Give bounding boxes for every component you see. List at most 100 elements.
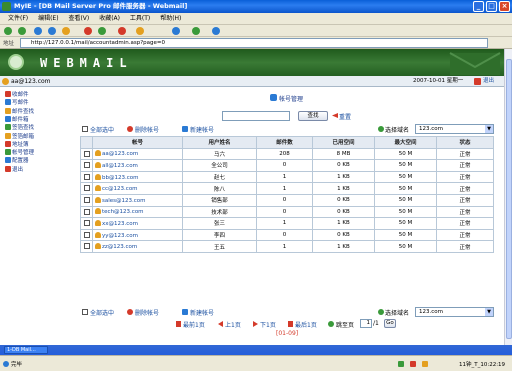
- next-page-icon[interactable]: [253, 321, 258, 327]
- sidebar-item-label: 签箔查找: [12, 125, 35, 132]
- select-all-checkbox-bottom[interactable]: [82, 309, 88, 315]
- search-button[interactable]: 查找: [298, 111, 328, 121]
- sidebar-item[interactable]: 帐号管理: [5, 149, 34, 157]
- row-checkbox[interactable]: [83, 231, 90, 238]
- select-all-label[interactable]: 全部选中: [90, 125, 114, 134]
- browser-icon: [2, 2, 11, 11]
- page-number-input[interactable]: 1: [360, 319, 372, 328]
- user-icon: [95, 219, 101, 226]
- select-all-checkbox[interactable]: [82, 126, 88, 132]
- account-link[interactable]: all@123.com: [102, 163, 138, 169]
- folder-icon: [5, 132, 11, 139]
- new-account-link-bottom[interactable]: 新建帐号: [190, 308, 214, 317]
- refresh-icon[interactable]: [48, 27, 56, 35]
- account-cell: bb@123.com: [92, 170, 183, 184]
- delete-icon-bottom[interactable]: [127, 309, 133, 315]
- config-icon: [5, 157, 11, 164]
- row-checkbox-cell: [80, 240, 93, 253]
- row-checkbox[interactable]: [83, 185, 90, 192]
- select-all-label-bottom[interactable]: 全部选中: [90, 308, 114, 317]
- row-checkbox[interactable]: [83, 197, 90, 204]
- last-page-icon[interactable]: [288, 321, 293, 327]
- delete-account-link-bottom[interactable]: 删除帐号: [135, 308, 159, 317]
- menu-view[interactable]: 查看(V): [68, 15, 89, 22]
- new-account-link[interactable]: 新建帐号: [190, 125, 214, 134]
- account-link[interactable]: cc@123.com: [102, 186, 138, 192]
- account-link[interactable]: xx@123.com: [102, 221, 138, 227]
- chevron-down-icon: ▼: [485, 125, 493, 133]
- maximize-button[interactable]: □: [486, 1, 497, 12]
- close-button[interactable]: ×: [499, 1, 510, 12]
- menu-file[interactable]: 文件(F): [8, 15, 28, 22]
- first-page-icon[interactable]: [176, 321, 181, 327]
- tools-icon[interactable]: [192, 27, 200, 35]
- url-input[interactable]: http://127.0.0.1/mail/accountadmin.asp?p…: [20, 38, 488, 48]
- last-page-link[interactable]: 最后1页: [295, 320, 317, 329]
- account-cell: zz@123.com: [92, 240, 183, 253]
- sidebar-item[interactable]: 写邮件: [5, 99, 29, 107]
- home-icon[interactable]: [62, 27, 70, 35]
- prev-page-link[interactable]: 上1页: [225, 320, 241, 329]
- window-icon[interactable]: [212, 27, 220, 35]
- prev-page-icon[interactable]: [218, 321, 223, 327]
- sidebar-item[interactable]: 配置器: [5, 157, 29, 165]
- security-icon: [410, 361, 416, 367]
- row-checkbox[interactable]: [83, 162, 90, 169]
- menu-tools[interactable]: 工具(T): [130, 15, 150, 22]
- next-page-link[interactable]: 下1页: [260, 320, 276, 329]
- domain-select-bottom[interactable]: 123.com ▼: [415, 307, 494, 317]
- account-link[interactable]: zz@123.com: [102, 244, 137, 250]
- minimize-button[interactable]: _: [473, 1, 484, 12]
- menu-help[interactable]: 帮助(H): [160, 15, 181, 22]
- row-checkbox[interactable]: [83, 208, 90, 215]
- back-icon[interactable]: [4, 27, 12, 35]
- status-cell: 正常: [436, 170, 494, 184]
- history-icon[interactable]: [98, 27, 106, 35]
- max-cell: 50 M: [374, 147, 437, 161]
- row-checkbox[interactable]: [83, 173, 90, 180]
- delete-account-link[interactable]: 删除帐号: [135, 125, 159, 134]
- search-icon[interactable]: [172, 27, 180, 35]
- reset-link[interactable]: 重置: [339, 112, 351, 121]
- logout-icon[interactable]: [474, 78, 481, 85]
- logout-link[interactable]: 退出: [483, 76, 494, 87]
- go-button[interactable]: Go: [384, 319, 396, 328]
- account-link[interactable]: sales@123.com: [102, 198, 146, 204]
- sidebar-item[interactable]: 签箔查找: [5, 124, 34, 132]
- count-cell: 208: [256, 147, 313, 161]
- account-link[interactable]: tech@123.com: [102, 209, 144, 215]
- user-icon: [2, 78, 9, 85]
- vertical-scrollbar[interactable]: [504, 49, 512, 351]
- forward-icon[interactable]: [18, 27, 26, 35]
- browser-tab[interactable]: 1-DB Mail...: [4, 346, 48, 354]
- account-link[interactable]: aa@123.com: [102, 151, 138, 157]
- mail-icon[interactable]: [118, 27, 126, 35]
- status-cell: 正常: [436, 193, 494, 207]
- domain-select[interactable]: 123.com ▼: [415, 124, 494, 134]
- account-cell: cc@123.com: [92, 182, 183, 195]
- first-page-link[interactable]: 最前1页: [183, 320, 205, 329]
- sidebar-item[interactable]: 签箔邮箱: [5, 132, 34, 141]
- print-icon[interactable]: [136, 27, 144, 35]
- sidebar-item[interactable]: 邮件查找: [5, 107, 34, 116]
- delete-icon[interactable]: [127, 126, 133, 132]
- new-account-icon-bottom[interactable]: [182, 309, 188, 315]
- account-link[interactable]: bb@123.com: [102, 175, 138, 181]
- row-checkbox[interactable]: [83, 220, 90, 227]
- new-account-icon[interactable]: [182, 126, 188, 132]
- row-checkbox[interactable]: [83, 150, 90, 157]
- sidebar-item-label: 帐号管理: [12, 150, 35, 157]
- sidebar-item[interactable]: 邮件箱: [5, 115, 29, 124]
- menu-edit[interactable]: 编辑(E): [38, 15, 58, 22]
- sidebar-item[interactable]: 退出: [5, 165, 23, 174]
- favorites-icon[interactable]: [84, 27, 92, 35]
- sidebar-item[interactable]: 收邮件: [5, 91, 29, 99]
- search-input[interactable]: [222, 111, 290, 121]
- account-link[interactable]: yy@123.com: [102, 233, 138, 239]
- scrollbar-thumb[interactable]: [506, 59, 512, 339]
- sidebar-item[interactable]: 地址簿: [5, 140, 29, 149]
- stop-icon[interactable]: [34, 27, 42, 35]
- table-row: xx@123.com 张三 1 1 KB 50 M 正常: [80, 217, 494, 230]
- row-checkbox[interactable]: [83, 243, 90, 250]
- menu-favorites[interactable]: 收藏(A): [99, 15, 120, 22]
